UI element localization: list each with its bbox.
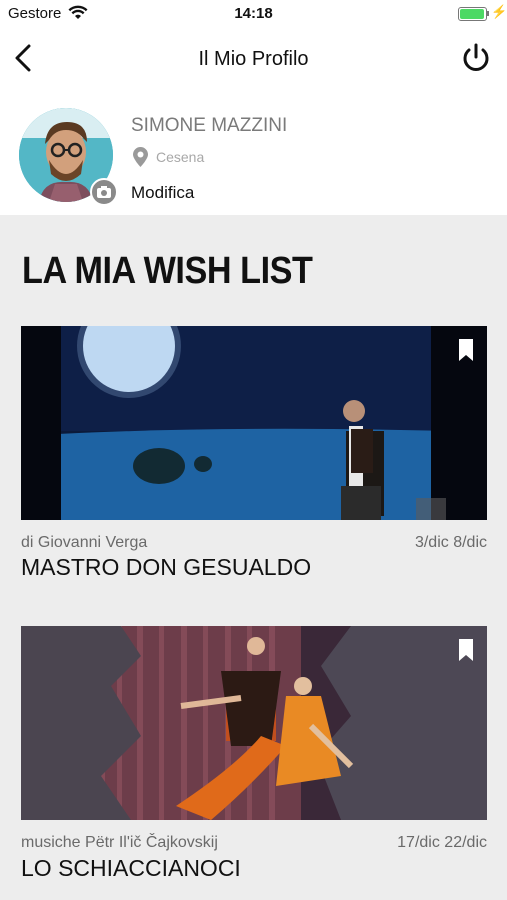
battery-icon xyxy=(458,7,487,21)
wishlist-item-dates: 17/dic 22/dic xyxy=(397,834,487,851)
profile-name: SIMONE MAZZINI xyxy=(131,115,288,136)
wishlist-item-dates: 3/dic 8/dic xyxy=(414,534,487,551)
charging-icon: ⚡ xyxy=(491,4,507,19)
battery-cap xyxy=(487,11,489,16)
profile-city: Cesena xyxy=(156,149,205,165)
nav-bar: Il Mio Profilo xyxy=(0,28,507,90)
show-photo xyxy=(21,326,487,520)
bookmark-icon[interactable] xyxy=(458,338,474,362)
wishlist-item-image[interactable] xyxy=(21,326,487,520)
location-pin-icon xyxy=(133,147,148,167)
status-bar: Gestore 14:18 ⚡ xyxy=(0,0,507,28)
show-photo xyxy=(21,626,487,820)
bookmark-icon[interactable] xyxy=(458,638,474,662)
wishlist-item-image[interactable] xyxy=(21,626,487,820)
power-icon[interactable] xyxy=(460,42,492,74)
clock: 14:18 xyxy=(234,5,273,22)
profile-header: SIMONE MAZZINI Cesena Modifica xyxy=(0,90,507,215)
wishlist-item-author: musiche Pëtr Il'ič Čajkovskij xyxy=(21,834,218,851)
page-title: Il Mio Profilo xyxy=(198,48,309,70)
wishlist-item-author: di Giovanni Verga xyxy=(21,534,148,551)
wishlist-item-title[interactable]: LO SCHIACCIANOCI xyxy=(21,855,241,882)
wishlist-heading: LA MIA WISH LIST xyxy=(22,250,313,292)
camera-icon[interactable] xyxy=(90,178,118,206)
edit-profile-link[interactable]: Modifica xyxy=(131,183,194,203)
wishlist-item-title[interactable]: MASTRO DON GESUALDO xyxy=(21,554,311,581)
